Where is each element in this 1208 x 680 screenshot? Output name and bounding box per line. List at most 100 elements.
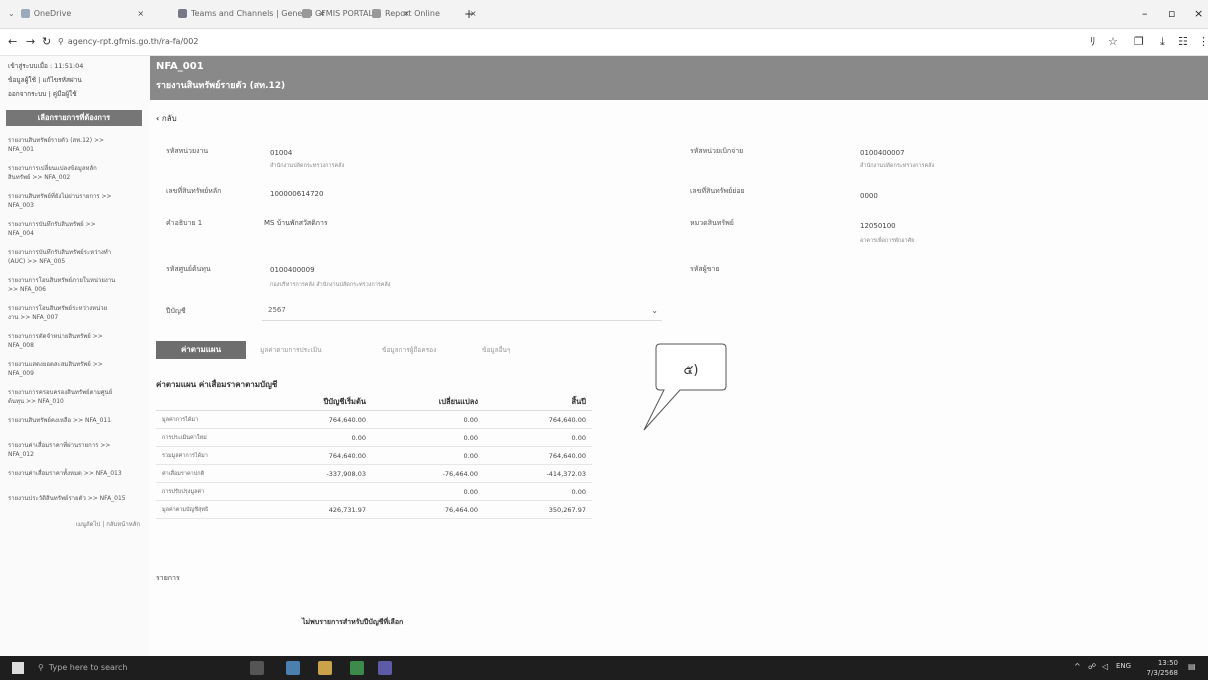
table-header-row: ปีบัญชีเริ่มต้น เปลี่ยนแปลง สิ้นปี <box>156 394 592 411</box>
chrome-icon[interactable] <box>350 661 364 675</box>
url-field[interactable]: ⚲ agency-rpt.gfmis.go.th/ra-fa/002 <box>58 33 198 51</box>
sub-asset-label: เลขที่สินทรัพย์ย่อย <box>690 187 745 195</box>
sidebar-item-nfa013[interactable]: รายงานค่าเสื่อมราคาทั้งหมด >> NFA_013 <box>0 469 150 478</box>
menu-icon[interactable]: ⋮ <box>1198 33 1208 51</box>
back-link[interactable]: ‹ กลับ <box>156 112 177 125</box>
sidebar-item-nfa006[interactable]: รายงานการโอนสินทรัพย์ภายในหน่วยงาน >> NFA… <box>0 276 150 294</box>
back-arrow-icon[interactable]: ← <box>8 33 17 51</box>
disbursing-unit-value: 0100400007 <box>860 149 905 157</box>
fiscal-year-select[interactable]: 2567 ⌄ <box>262 302 662 321</box>
description-value: MS บ้านพักสวัสดิการ <box>264 219 328 227</box>
menu-header: เลือกรายการที่ต้องการ <box>6 110 142 126</box>
maximize-button[interactable]: ▫ <box>1168 4 1175 24</box>
taskbar-clock[interactable]: 13:50 7/3/2568 <box>1147 658 1178 678</box>
close-tab-icon[interactable]: × <box>137 9 144 18</box>
sidebar-item-nfa011[interactable]: รายงานสินทรัพย์คงเหลือ >> NFA_011 <box>0 416 150 425</box>
task-view-icon[interactable] <box>250 661 264 675</box>
onedrive-icon <box>20 9 30 18</box>
logout-links[interactable]: ออกจากระบบ | คู่มือผู้ใช้ <box>8 87 142 101</box>
tab-other-info[interactable]: ข้อมูลอื่นๆ <box>482 341 510 359</box>
user-links[interactable]: ข้อมูลผู้ใช้ | แก้ไขรหัสผ่าน <box>8 73 142 87</box>
taskbar: ⚲ Type here to search ^ ☍ ◁ ENG 13:50 7/3… <box>0 656 1208 680</box>
chevron-down-icon: ⌄ <box>8 9 15 18</box>
file-explorer-icon[interactable] <box>318 661 332 675</box>
table-row: การปรับปรุงมูลค่า 0.00 0.00 <box>156 482 592 501</box>
table-row: มูลค่าตามบัญชีสุทธิ 426,731.97 76,464.00 35… <box>156 500 592 519</box>
fiscal-year-label: ปีบัญชี <box>166 307 186 315</box>
tray-chevron-icon[interactable]: ^ <box>1074 662 1081 671</box>
network-icon[interactable]: ☍ <box>1088 662 1096 671</box>
disbursing-unit-label: รหัสหน่วยเบิกจ่าย <box>690 147 744 155</box>
translate-icon[interactable]: ﾘ <box>1090 33 1096 51</box>
reload-icon[interactable]: ↻ <box>42 33 51 51</box>
teams-icon <box>178 9 187 18</box>
address-bar: ← → ↻ ⚲ agency-rpt.gfmis.go.th/ra-fa/002 … <box>0 29 1208 56</box>
sidebar-footer-links[interactable]: เมนูถัดไป | กลับหน้าหลัก <box>0 519 150 529</box>
sidebar-item-nfa002[interactable]: รายงานการเปลี่ยนแปลงข้อมูลหลัก สินทรัพย์ … <box>0 164 150 182</box>
agency-code-label: รหัสหน่วยงาน <box>166 147 209 155</box>
table-row: มูลค่าการได้มา 764,640.00 0.00 764,640.00 <box>156 410 592 429</box>
site-info-icon[interactable]: ⚲ <box>58 37 64 46</box>
sidebar-item-nfa015[interactable]: รายงานประวัติสินทรัพย์รายตัว >> NFA_015 <box>0 494 150 503</box>
asset-class-value: 12050100 <box>860 222 896 230</box>
chevron-left-icon: ‹ <box>156 114 160 123</box>
search-icon: ⚲ <box>38 663 44 672</box>
sub-asset-value: 0000 <box>860 192 878 200</box>
asset-class-label: หมวดสินทรัพย์ <box>690 219 734 227</box>
chevron-down-icon: ⌄ <box>651 306 658 315</box>
sidebar-item-nfa007[interactable]: รายงานการโอนสินทรัพย์ระหว่างหน่วย งาน >> … <box>0 304 150 322</box>
tab-revaluation[interactable]: มูลค่าตามการประเมิน <box>260 341 322 359</box>
cost-center-label: รหัสศูนย์ต้นทุน <box>166 265 211 273</box>
star-icon[interactable]: ☆ <box>1108 33 1118 51</box>
browser-tab-onedrive[interactable]: ⌄ OneDrive × <box>8 4 144 24</box>
table-row: รวมมูลค่าการได้มา 764,640.00 0.00 764,640.0… <box>156 446 592 465</box>
browser-tab-bar: ⌄ OneDrive × Teams and Channels | General ×… <box>0 0 1208 29</box>
sidebar-item-nfa009[interactable]: รายงานแสดงยอดสะสมสินทรัพย์ >> NFA_009 <box>0 360 150 378</box>
sidebar-item-nfa005[interactable]: รายงานการบันทึกรับสินทรัพย์ระหว่างทำ (AUC… <box>0 248 150 266</box>
table-row: การประเมินค่าใหม่ 0.00 0.00 0.00 <box>156 428 592 447</box>
agency-name: สำนักงานปลัดกระทรวงการคลัง <box>270 163 345 169</box>
taskbar-search[interactable]: ⚲ Type here to search <box>38 656 128 680</box>
browser-tab-report[interactable]: Report Online × <box>372 4 477 24</box>
new-tab-button[interactable]: + <box>464 4 474 24</box>
profile-icon[interactable]: ☷ <box>1178 33 1188 51</box>
sidebar-item-nfa008[interactable]: รายงานการตัดจำหน่ายสินทรัพย์ >> NFA_008 <box>0 332 150 350</box>
minimize-button[interactable]: – <box>1142 4 1148 24</box>
items-label: รายการ <box>156 574 180 582</box>
main-asset-value: 100000614720 <box>270 190 324 198</box>
callout-text: ๕) <box>684 363 699 378</box>
sidebar-item-nfa012[interactable]: รายงานค่าเสื่อมราคาที่ผ่านรายการ >> NFA_0… <box>0 441 150 459</box>
notification-icon[interactable]: ▤ <box>1188 662 1196 671</box>
close-window-button[interactable]: × <box>1194 4 1203 24</box>
table-row: ค่าเสื่อมราคาปกติ -337,908.03 -76,464.00 -4… <box>156 464 592 483</box>
tab-plan-values[interactable]: ค่าตามแผน <box>156 341 246 359</box>
description-label: คำอธิบาย 1 <box>166 219 203 227</box>
main-asset-label: เลขที่สินทรัพย์หลัก <box>166 187 222 195</box>
edge-icon[interactable] <box>286 661 300 675</box>
sidebar-item-nfa004[interactable]: รายงานการบันทึกรับสินทรัพย์ >> NFA_004 <box>0 220 150 238</box>
tab-holder-info[interactable]: ข้อมูลการผู้ถือครอง <box>382 341 436 359</box>
sidebar: เข้าสู่ระบบเมื่อ : 11:51:04 ข้อมูลผู้ใช้… <box>0 56 150 656</box>
vendor-label: รหัสผู้ขาย <box>690 265 720 273</box>
windows-start-icon[interactable] <box>12 662 24 674</box>
extensions-icon[interactable]: ❐ <box>1134 33 1144 51</box>
download-icon[interactable]: ⤓ <box>1160 33 1165 51</box>
depreciation-table: ปีบัญชีเริ่มต้น เปลี่ยนแปลง สิ้นปี มูลค่… <box>156 394 592 519</box>
sidebar-item-nfa010[interactable]: รายงานการครอบครองสินทรัพย์ตามศูนย์ ต้นทุน… <box>0 388 150 406</box>
sidebar-item-nfa001[interactable]: รายงานสินทรัพย์รายตัว (สท.12) >> NFA_001 <box>0 136 150 154</box>
language-indicator[interactable]: ENG <box>1116 662 1131 670</box>
callout-bubble: ๕) <box>643 343 727 431</box>
page-title: รายงานสินทรัพย์รายตัว (สท.12) <box>156 81 286 91</box>
teams-app-icon[interactable] <box>378 661 392 675</box>
page-header: NFA_001 รายงานสินทรัพย์รายตัว (สท.12) <box>150 56 1208 100</box>
disbursing-unit-name: สำนักงานปลัดกระทรวงการคลัง <box>860 163 935 169</box>
volume-icon[interactable]: ◁ <box>1102 662 1108 671</box>
sidebar-user-info: เข้าสู่ระบบเมื่อ : 11:51:04 ข้อมูลผู้ใช้… <box>0 56 150 104</box>
report-code: NFA_001 <box>156 61 204 72</box>
gfmis-icon <box>302 9 311 18</box>
sidebar-item-nfa003[interactable]: รายงานสินทรัพย์ที่ยังไม่ผ่านรายการ >> NFA… <box>0 192 150 210</box>
cost-center-value: 0100400009 <box>270 266 315 274</box>
section-title: ค่าตามแผน ค่าเสื่อมราคาตามบัญชี <box>156 380 278 389</box>
forward-arrow-icon[interactable]: → <box>26 33 35 51</box>
agency-code-value: 01004 <box>270 149 293 157</box>
